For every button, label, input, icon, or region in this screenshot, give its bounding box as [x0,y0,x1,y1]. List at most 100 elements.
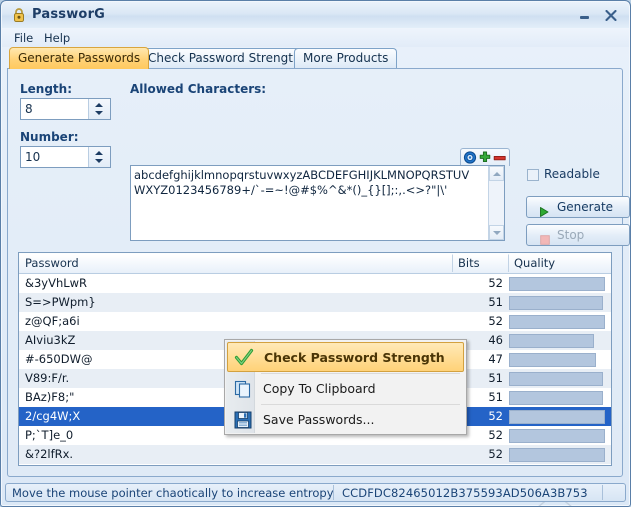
number-input[interactable] [21,147,89,167]
reset-charset-icon[interactable] [463,151,477,164]
table-row[interactable]: &?2lfRx. 52 [19,445,611,464]
cell-password: 2/cg4W;X [25,409,81,423]
cell-quality [509,429,605,443]
green-check-icon [234,348,254,368]
quality-bar [509,315,605,329]
number-spinner-buttons[interactable] [88,147,110,167]
status-divider [333,485,334,500]
tab-strip: Generate Passwords Check Password Streng… [2,47,629,69]
cell-quality [509,334,605,348]
generate-button[interactable]: Generate [526,196,630,218]
cell-quality [509,410,605,424]
length-spinner-buttons[interactable] [88,99,110,119]
stop-button[interactable]: Stop [526,224,630,246]
status-divider [602,485,603,500]
cell-password: #-650DW@ [25,352,93,366]
table-row[interactable]: S=>PWpm} 51 [19,293,611,312]
quality-bar [509,353,596,367]
column-header-bits[interactable]: Bits [453,254,509,272]
status-bar: Move the mouse pointer chaotically to in… [5,483,626,502]
entropy-pool-value: CCDFDC82465012B375593AD506A3B753 [342,486,588,500]
context-menu-item-label: Save Passwords... [263,412,375,427]
spinner-up-icon[interactable] [95,103,103,107]
cell-bits: 52 [488,314,503,328]
cell-password: AIviu3kZ [25,333,76,347]
chevron-up-icon [493,172,501,176]
cell-quality [509,372,605,386]
tab-more-products[interactable]: More Products [294,48,398,69]
menu-bar: File Help [2,28,629,47]
copy-icon [233,379,253,399]
cell-password: BAz)F8;" [25,390,75,404]
quality-bar [509,334,594,348]
quality-bar [509,429,605,443]
context-menu-item-label: Copy To Clipboard [263,381,376,396]
add-charset-icon[interactable] [478,151,492,164]
context-menu-item-check-password-strength[interactable]: Check Password Strength [227,342,464,372]
title-bar: PassworG [2,2,629,29]
spinner-down-icon[interactable] [95,111,103,115]
cell-password: V89:F/r. [25,371,70,385]
context-menu-item-save-passwords[interactable]: Save Passwords... [227,405,464,435]
cell-bits: 51 [488,295,503,309]
quality-bar [509,296,603,310]
number-label: Number: [20,130,79,144]
allowed-characters-value[interactable]: abcdefghijklmnopqrstuvwxyzABCDEFGHIJKLMN… [134,168,474,198]
charset-toolbar [460,148,510,166]
tab-generate-passwords[interactable]: Generate Passwords [9,47,150,69]
tab-check-password-strength[interactable]: Check Password Strength [139,48,310,69]
column-header-quality[interactable]: Quality [509,254,611,272]
quality-bar [509,277,605,291]
app-window: PassworG File Help Generate Passwords Ch… [0,0,631,507]
context-menu-item-label: Check Password Strength [264,350,445,365]
menu-item-help[interactable]: Help [38,31,76,46]
table-row[interactable]: z@QF;a6i 52 [19,312,611,331]
quality-bar [509,410,605,424]
number-stepper[interactable] [20,146,111,168]
play-icon [540,203,549,223]
cell-password: &?2lfRx. [25,447,74,461]
cell-bits: 52 [488,276,503,290]
context-menu-item-copy-to-clipboard[interactable]: Copy To Clipboard [227,374,464,404]
cell-bits: 52 [488,447,503,461]
status-message: Move the mouse pointer chaotically to in… [12,486,334,500]
length-input[interactable] [21,99,89,119]
quality-bar [509,372,603,386]
readable-label: Readable [544,167,600,181]
allowed-characters-field[interactable]: abcdefghijklmnopqrstuvwxyzABCDEFGHIJKLMN… [130,165,505,241]
scroll-up-button[interactable] [489,166,504,181]
table-header-row: Password Bits Quality [19,253,611,274]
cell-quality [509,296,605,310]
minimize-icon [580,16,589,19]
column-header-password[interactable]: Password [20,254,453,272]
cell-password: &3yVhLwR [25,276,88,290]
cell-password: z@QF;a6i [25,314,80,328]
minimize-button[interactable] [573,5,597,26]
quality-bar [509,391,603,405]
allowed-characters-label: Allowed Characters: [130,82,267,96]
chevron-down-icon [493,231,501,235]
allowed-characters-scrollbar[interactable] [488,166,504,240]
cell-quality [509,448,605,462]
cell-quality [509,391,605,405]
cell-quality [509,353,605,367]
context-menu: Check Password Strength Copy To Clipboar… [224,339,467,435]
floppy-disk-icon [233,410,253,430]
length-stepper[interactable] [20,98,111,120]
window-title: PassworG [32,7,106,22]
quality-bar [509,448,605,462]
spinner-down-icon[interactable] [95,159,103,163]
remove-charset-icon[interactable] [493,151,507,164]
length-label: Length: [20,82,72,96]
stop-button-label: Stop [557,228,585,242]
close-button[interactable] [599,5,623,26]
generate-button-label: Generate [557,200,614,214]
cell-password: S=>PWpm} [25,295,96,309]
close-icon [605,10,617,21]
menu-item-file[interactable]: File [8,31,39,46]
table-row[interactable]: &3yVhLwR 52 [19,274,611,293]
scroll-down-button[interactable] [489,225,504,240]
readable-checkbox[interactable] [527,169,539,181]
cell-quality [509,277,605,291]
spinner-up-icon[interactable] [95,151,103,155]
